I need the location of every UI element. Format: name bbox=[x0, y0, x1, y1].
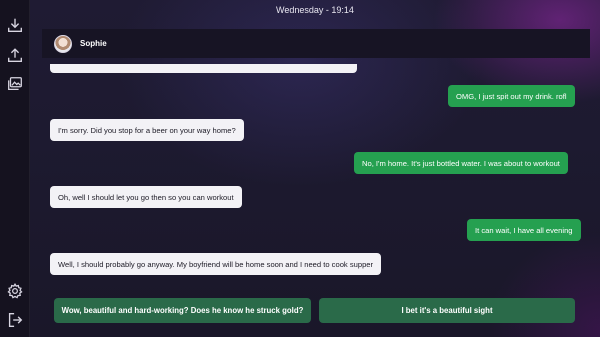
message-bubble-outgoing: It can wait, I have all evening bbox=[467, 219, 581, 241]
choice-label: I bet it's a beautiful sight bbox=[401, 306, 493, 315]
choice-button-1[interactable]: Wow, beautiful and hard-working? Does he… bbox=[54, 298, 311, 323]
choice-button-2[interactable]: I bet it's a beautiful sight bbox=[319, 298, 575, 323]
message-text: No, I'm home. It's just bottled water. I… bbox=[362, 158, 560, 168]
message-bubble-outgoing: OMG, I just spit out my drink. rofl bbox=[448, 85, 575, 107]
message-bubble-incoming: Well, I should probably go anyway. My bo… bbox=[50, 253, 382, 275]
top-bar: Wednesday - 19:14 bbox=[30, 0, 600, 20]
message-bubble-incoming: I'm sorry. Did you stop for a beer on yo… bbox=[50, 119, 244, 141]
message-text: I'm sorry. Did you stop for a beer on yo… bbox=[58, 125, 236, 135]
avatar bbox=[54, 34, 72, 53]
exit-icon[interactable] bbox=[5, 310, 25, 330]
clipped-message-bubble bbox=[50, 64, 357, 73]
download-icon[interactable] bbox=[5, 15, 25, 35]
upload-icon[interactable] bbox=[5, 45, 25, 65]
message-text: OMG, I just spit out my drink. rofl bbox=[456, 91, 567, 101]
chat-header: Sophie bbox=[42, 29, 590, 58]
gallery-icon[interactable] bbox=[5, 74, 25, 94]
message-text: Oh, well I should let you go then so you… bbox=[58, 192, 234, 202]
message-bubble-incoming: Oh, well I should let you go then so you… bbox=[50, 186, 242, 208]
choice-label: Wow, beautiful and hard-working? Does he… bbox=[61, 306, 304, 315]
datetime-label: Wednesday - 19:14 bbox=[276, 5, 354, 15]
sidebar bbox=[0, 0, 30, 337]
message-bubble-outgoing: No, I'm home. It's just bottled water. I… bbox=[354, 152, 568, 174]
settings-icon[interactable] bbox=[5, 281, 25, 301]
message-text: It can wait, I have all evening bbox=[475, 225, 573, 235]
message-text: Well, I should probably go anyway. My bo… bbox=[58, 259, 374, 269]
contact-name: Sophie bbox=[80, 39, 107, 48]
